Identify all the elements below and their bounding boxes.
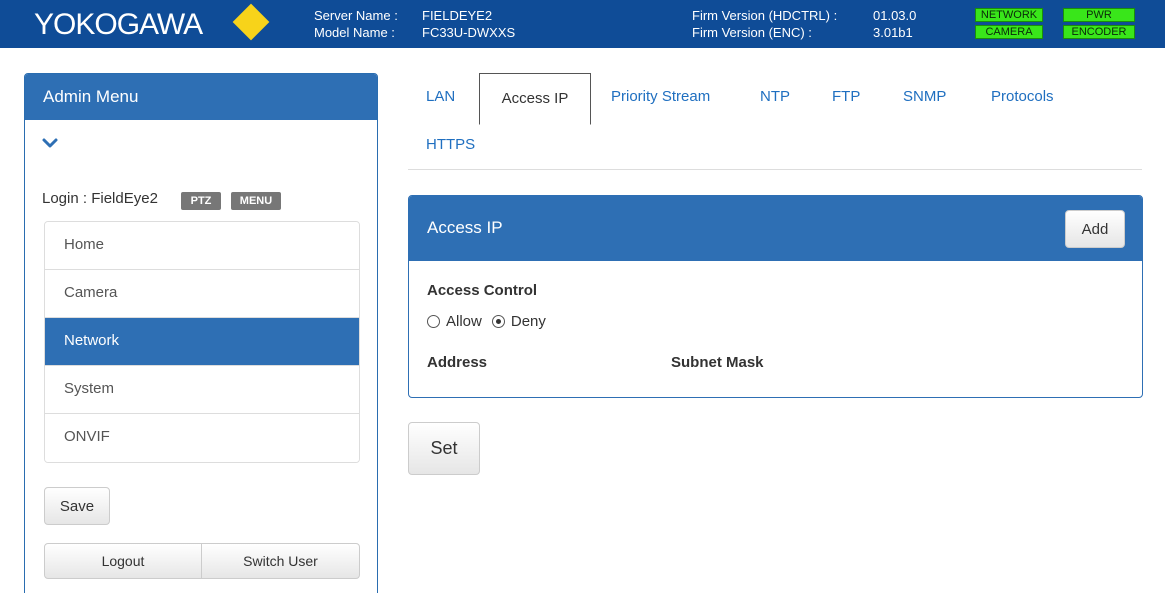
network-status-indicator: NETWORK <box>975 8 1043 22</box>
set-button[interactable]: Set <box>408 422 480 475</box>
firm-enc-value: 3.01b1 <box>873 25 913 40</box>
firm-hdctrl-label: Firm Version (HDCTRL) : <box>692 8 838 23</box>
tab-snmp[interactable]: SNMP <box>903 82 946 112</box>
address-column-header: Address <box>427 354 488 371</box>
model-name-value: FC33U-DWXXS <box>422 25 516 40</box>
menu-badge: MENU <box>231 192 281 210</box>
model-name-label: Model Name : <box>314 25 395 40</box>
tab-lan[interactable]: LAN <box>426 82 455 112</box>
deny-label: Deny <box>510 313 546 330</box>
tab-priority-stream[interactable]: Priority Stream <box>611 82 710 112</box>
tab-divider <box>408 169 1142 170</box>
sidebar-item-network[interactable]: Network <box>45 318 359 366</box>
switch-user-button[interactable]: Switch User <box>201 543 360 579</box>
server-name-value: FIELDEYE2 <box>422 8 493 23</box>
add-button[interactable]: Add <box>1065 210 1125 248</box>
sidebar-item-camera[interactable]: Camera <box>45 270 359 318</box>
firm-enc-label: Firm Version (ENC) : <box>692 25 812 40</box>
brand-logo: YOKOGAWA <box>34 8 203 41</box>
tab-ftp[interactable]: FTP <box>832 82 860 112</box>
chevron-down-icon[interactable] <box>41 134 59 152</box>
tab-protocols[interactable]: Protocols <box>991 82 1054 112</box>
top-header: YOKOGAWA Server Name : Model Name : FIEL… <box>0 0 1165 48</box>
allow-radio[interactable] <box>427 315 440 328</box>
firm-hdctrl-value: 01.03.0 <box>873 8 917 23</box>
access-control-radio-group: Allow Deny <box>427 313 546 330</box>
admin-nav-list: Home Camera Network System ONVIF <box>44 221 360 463</box>
tab-https[interactable]: HTTPS <box>426 130 475 160</box>
save-button[interactable]: Save <box>44 487 110 525</box>
pwr-status-indicator: PWR <box>1063 8 1135 22</box>
login-label: Login : FieldEye2 <box>42 190 158 207</box>
tab-access-ip[interactable]: Access IP <box>479 73 591 125</box>
access-control-label: Access Control <box>427 282 538 299</box>
brand-diamond-icon <box>232 3 270 41</box>
logout-button[interactable]: Logout <box>44 543 202 579</box>
allow-label: Allow <box>446 313 482 330</box>
ptz-badge: PTZ <box>181 192 221 210</box>
admin-menu-title: Admin Menu <box>25 74 377 120</box>
access-ip-panel-header: Access IP <box>409 196 1142 261</box>
access-ip-panel: Access IP Add Access Control Allow Deny … <box>408 195 1143 398</box>
panel-title: Access IP <box>427 218 503 237</box>
admin-menu-panel: Admin Menu Login : FieldEye2 PTZ MENU Ho… <box>24 73 378 593</box>
server-name-label: Server Name : <box>314 8 398 23</box>
subnet-mask-column-header: Subnet Mask <box>671 354 764 371</box>
sidebar-item-system[interactable]: System <box>45 366 359 414</box>
sidebar-item-onvif[interactable]: ONVIF <box>45 414 359 462</box>
sidebar-item-home[interactable]: Home <box>45 222 359 270</box>
tab-ntp[interactable]: NTP <box>760 82 790 112</box>
camera-status-indicator: CAMERA <box>975 25 1043 39</box>
encoder-status-indicator: ENCODER <box>1063 25 1135 39</box>
deny-radio[interactable] <box>491 315 505 328</box>
